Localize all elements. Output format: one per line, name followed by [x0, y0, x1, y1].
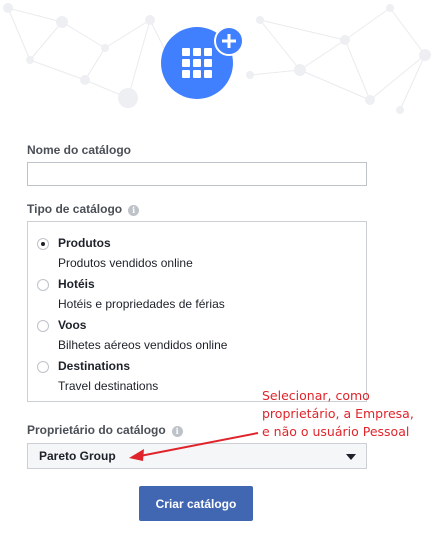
caret-down-icon [346, 454, 356, 460]
option-description: Travel destinations [58, 379, 159, 393]
radio-destinations[interactable] [37, 361, 49, 373]
create-catalog-button[interactable]: Criar catálogo [139, 486, 253, 521]
select-value: Pareto Group [39, 449, 116, 463]
option-title: Voos [58, 318, 87, 332]
annotation-line-1: Selecionar, como [262, 388, 370, 403]
catalog-type-label: Tipo de catálogo i [27, 202, 140, 216]
option-description: Bilhetes aéreos vendidos online [58, 338, 228, 352]
catalog-name-label-text: Nome do catálogo [27, 143, 132, 157]
option-title: Destinations [58, 359, 131, 373]
option-description: Produtos vendidos online [58, 256, 193, 270]
option-title: Hotéis [58, 277, 95, 291]
catalog-type-label-text: Tipo de catálogo [27, 202, 123, 216]
annotation-arrow [129, 432, 259, 461]
info-icon[interactable]: i [128, 205, 140, 216]
catalog-name-label: Nome do catálogo [27, 143, 131, 157]
plus-icon [214, 26, 244, 56]
catalog-name-input[interactable] [27, 162, 367, 186]
annotation-line-2: proprietário, a Empresa, [262, 406, 414, 421]
radio-hoteis[interactable] [37, 279, 49, 291]
radio-voos[interactable] [37, 320, 49, 332]
option-description: Hotéis e propriedades de férias [58, 297, 225, 311]
option-title: Produtos [58, 236, 111, 250]
catalog-type-options: Produtos Produtos vendidos online Hotéis… [27, 221, 367, 402]
radio-produtos[interactable] [37, 238, 49, 250]
annotation-line-3: e não o usuário Pessoal [262, 424, 410, 439]
